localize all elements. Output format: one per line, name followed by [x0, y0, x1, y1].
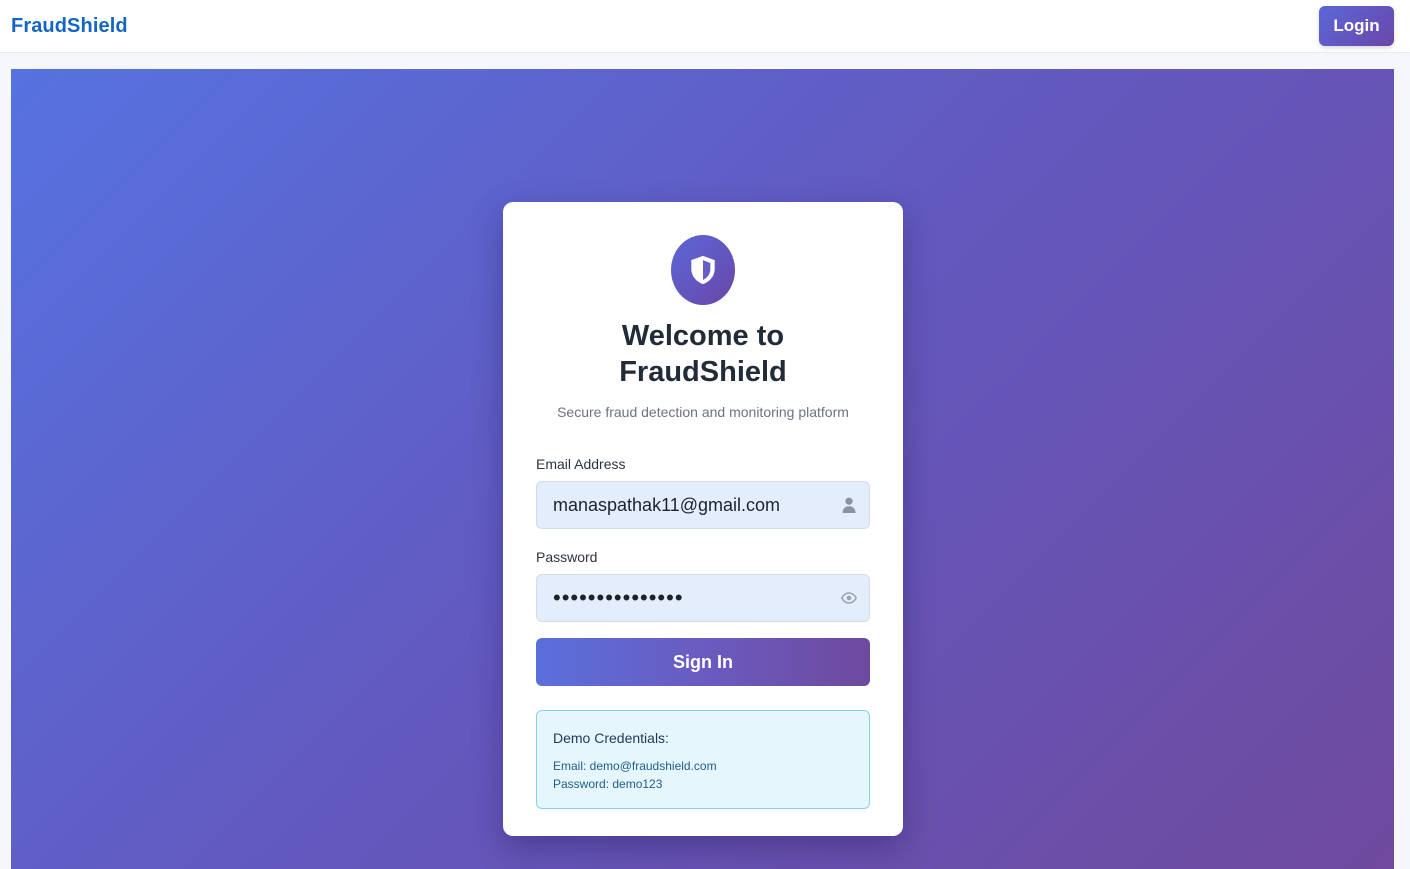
demo-password: Password: demo123 — [553, 777, 663, 791]
email-label: Email Address — [536, 456, 626, 472]
demo-credentials-title: Demo Credentials: — [553, 730, 669, 746]
demo-credentials-box: Demo Credentials: Email: demo@fraudshiel… — [536, 710, 870, 809]
shield-logo-badge — [671, 235, 735, 305]
email-field[interactable] — [537, 482, 869, 528]
shield-icon — [691, 255, 715, 285]
login-button[interactable]: Login — [1319, 6, 1394, 46]
email-field-wrapper — [536, 481, 870, 529]
password-label: Password — [536, 549, 598, 565]
password-field[interactable] — [537, 575, 869, 621]
user-icon — [841, 497, 857, 513]
page-title: Welcome to FraudShield — [536, 318, 870, 390]
brand-logo-text[interactable]: FraudShield — [11, 15, 128, 38]
eye-icon[interactable] — [841, 590, 857, 606]
login-card: Welcome to FraudShield Secure fraud dete… — [503, 202, 903, 836]
password-field-wrapper — [536, 574, 870, 622]
title-line-2: FraudShield — [619, 356, 787, 388]
top-navbar: FraudShield Login — [0, 0, 1410, 53]
page-subtitle: Secure fraud detection and monitoring pl… — [557, 404, 849, 420]
title-line-1: Welcome to — [621, 320, 785, 352]
demo-email: Email: demo@fraudshield.com — [553, 759, 717, 773]
sign-in-button[interactable]: Sign In — [536, 638, 870, 686]
